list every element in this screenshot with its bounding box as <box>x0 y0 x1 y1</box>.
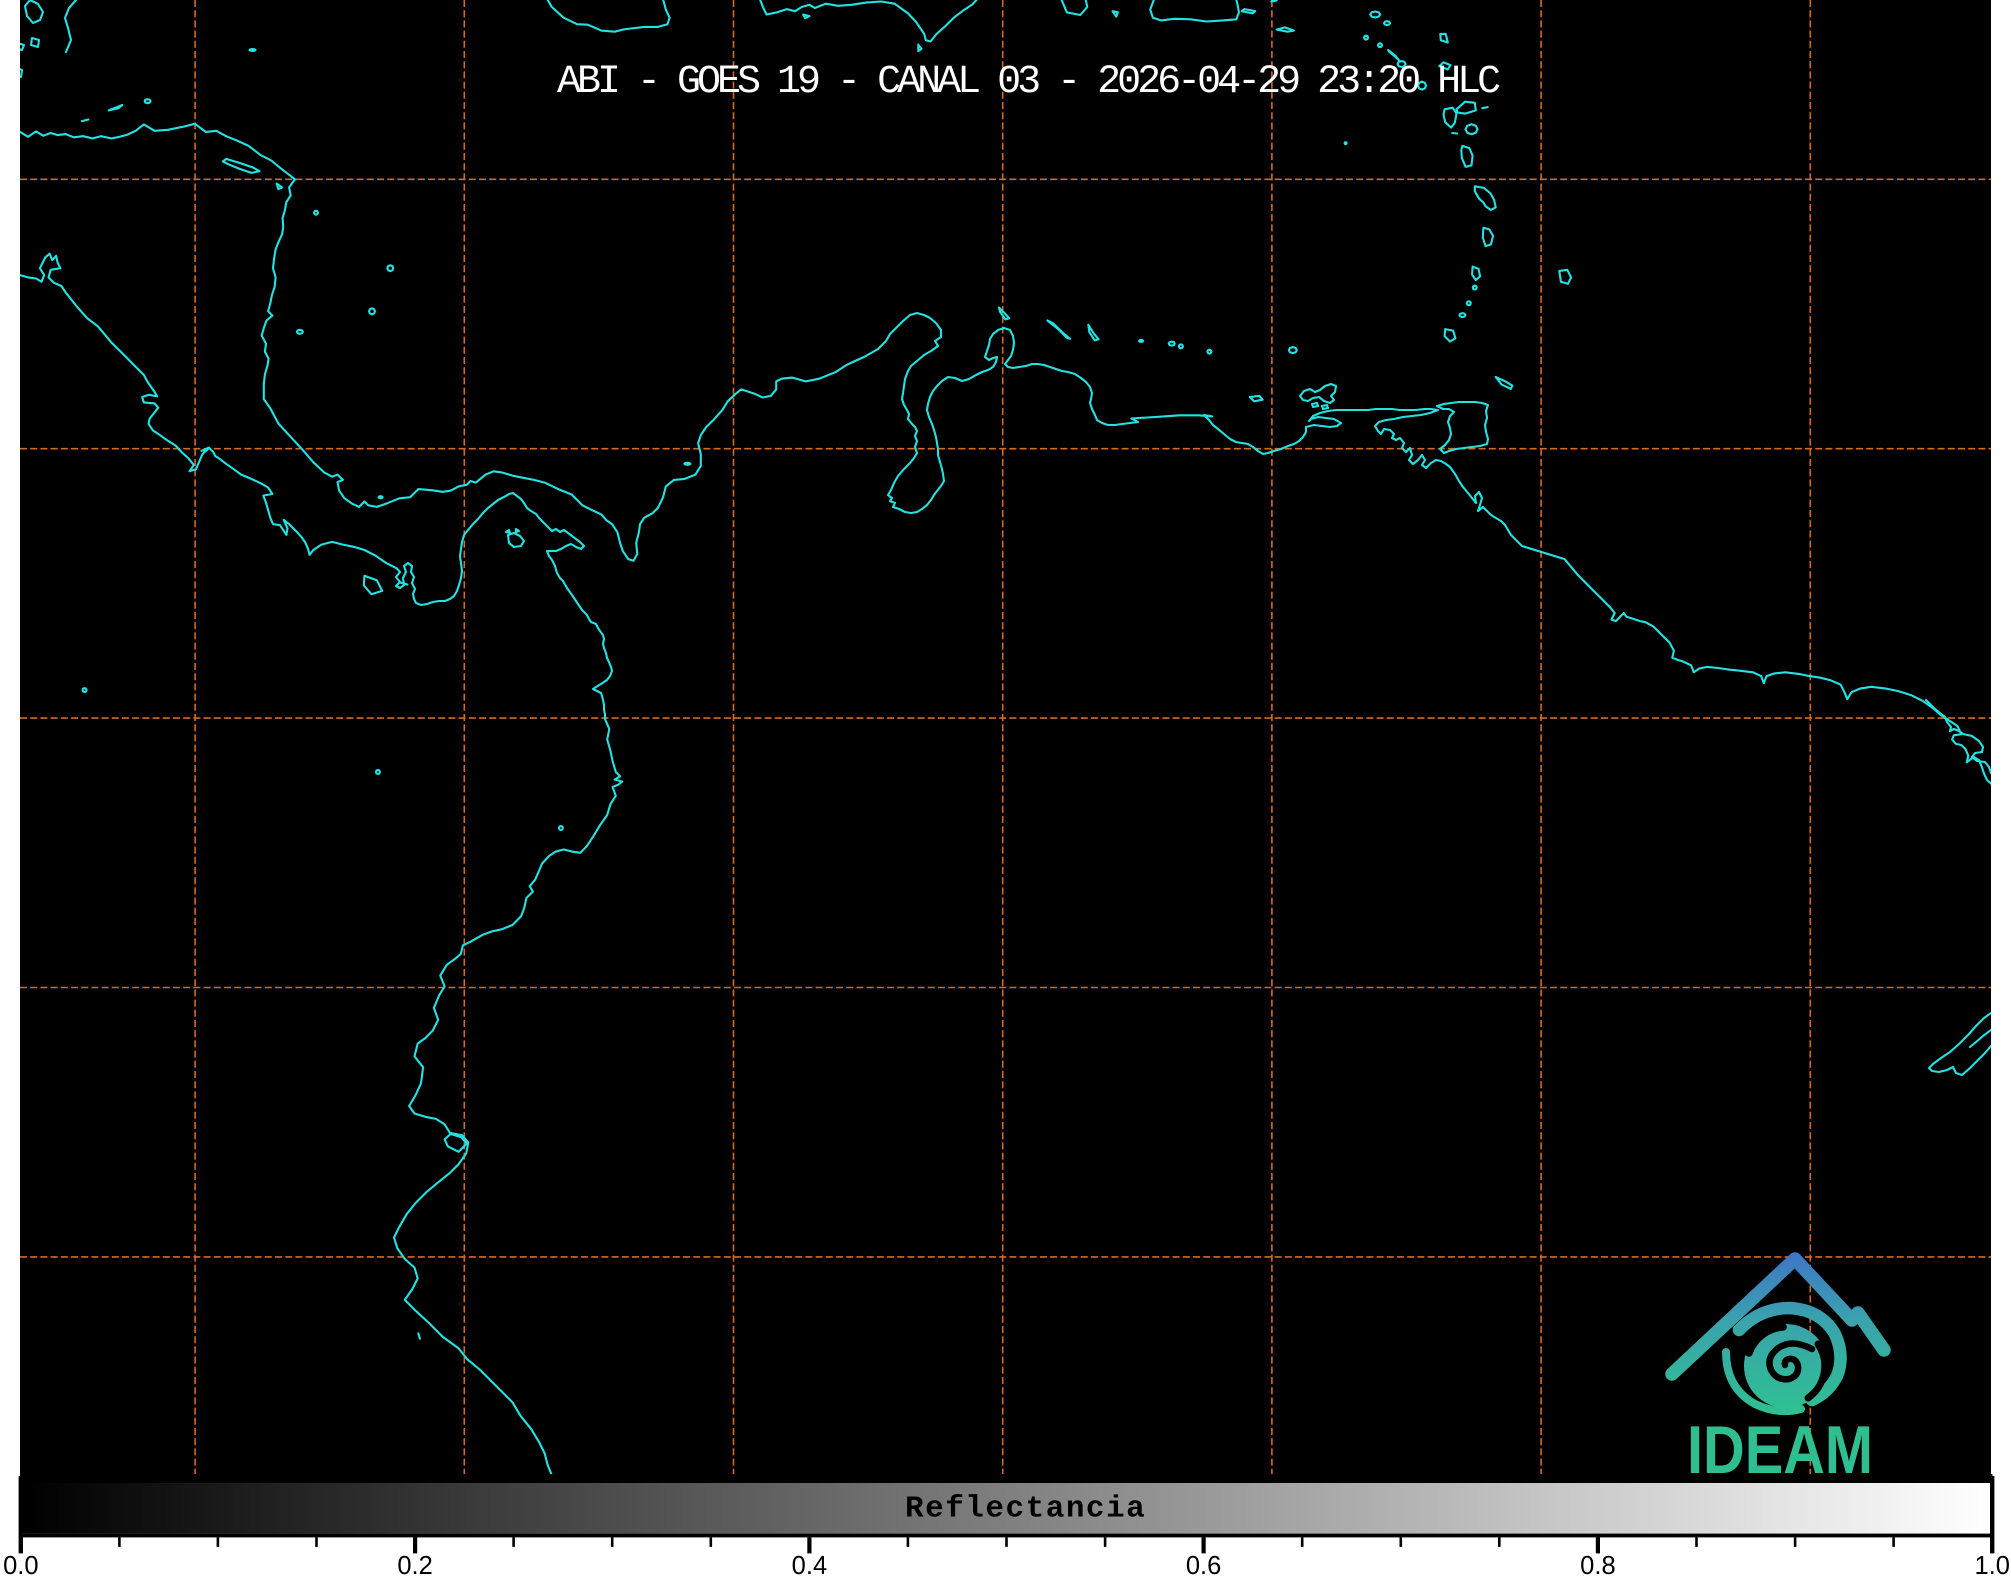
svg-text:Reflectancia: Reflectancia <box>905 1492 1146 1527</box>
svg-text:IDEAM: IDEAM <box>1687 1412 1873 1488</box>
svg-text:0.4: 0.4 <box>792 1552 827 1577</box>
svg-text:1.0: 1.0 <box>1974 1552 2009 1577</box>
svg-text:0.8: 0.8 <box>1580 1552 1615 1577</box>
svg-text:0.6: 0.6 <box>1186 1552 1221 1577</box>
svg-text:0.2: 0.2 <box>397 1552 432 1577</box>
svg-text:ABI - GOES 19 - CANAL 03 - 202: ABI - GOES 19 - CANAL 03 - 2026-04-29 23… <box>557 60 1500 105</box>
svg-text:0.0: 0.0 <box>3 1552 38 1577</box>
